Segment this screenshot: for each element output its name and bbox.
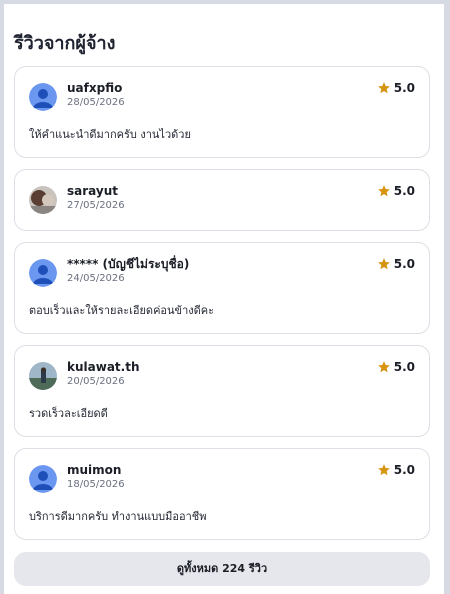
rating-value: 5.0 [393, 360, 415, 374]
review-comment: ตอบเร็วและให้รายละเอียดค่อนข้างดีคะ [29, 304, 215, 317]
rating: 5.0 [377, 257, 415, 271]
review-date: 18/05/2026 [67, 479, 125, 490]
review-card: kulawat.th 20/05/2026 5.0 รวดเร็วละเอียด… [14, 345, 430, 437]
default-avatar-icon [29, 259, 57, 287]
reviewer-name[interactable]: sarayut [67, 184, 125, 199]
review-comment: รวดเร็วละเอียดดี [29, 407, 108, 420]
photo-avatar [29, 186, 57, 214]
rating: 5.0 [377, 184, 415, 198]
reviewer-name[interactable]: ***** (บัญชีไม่ระบุชื่อ) [67, 257, 189, 272]
reviewer-info: uafxpfio 28/05/2026 [67, 81, 125, 110]
star-icon [377, 185, 390, 197]
review-list: uafxpfio 28/05/2026 5.0 ให้คำแนะนำดีมากค… [14, 66, 430, 551]
section-title: รีวิวจากผู้จ้าง [14, 33, 116, 54]
star-icon [377, 82, 390, 94]
review-comment: ให้คำแนะนำดีมากครับ งานไวด้วย [29, 128, 191, 141]
rating: 5.0 [377, 463, 415, 477]
star-icon [377, 361, 390, 373]
rating: 5.0 [377, 360, 415, 374]
default-avatar-icon [29, 465, 57, 493]
review-date: 27/05/2026 [67, 200, 125, 211]
reviewer-name[interactable]: uafxpfio [67, 81, 125, 96]
reviewer-info: sarayut 27/05/2026 [67, 184, 125, 213]
reviewer-info: ***** (บัญชีไม่ระบุชื่อ) 24/05/2026 [67, 257, 189, 286]
rating-value: 5.0 [393, 463, 415, 477]
review-card: ***** (บัญชีไม่ระบุชื่อ) 24/05/2026 5.0 … [14, 242, 430, 334]
star-icon [377, 258, 390, 270]
reviewer-name[interactable]: muimon [67, 463, 125, 478]
rating: 5.0 [377, 81, 415, 95]
review-card: sarayut 27/05/2026 5.0 [14, 169, 430, 231]
review-comment: บริการดีมากครับ ทำงานแบบมืออาชีพ [29, 510, 207, 523]
review-date: 28/05/2026 [67, 97, 125, 108]
reviewer-name[interactable]: kulawat.th [67, 360, 140, 375]
review-date: 20/05/2026 [67, 376, 125, 387]
default-avatar-icon [29, 83, 57, 111]
rating-value: 5.0 [393, 81, 415, 95]
review-date: 24/05/2026 [67, 273, 125, 284]
reviewer-info: kulawat.th 20/05/2026 [67, 360, 140, 389]
review-card: muimon 18/05/2026 5.0 บริการดีมากครับ ทำ… [14, 448, 430, 540]
review-card: uafxpfio 28/05/2026 5.0 ให้คำแนะนำดีมากค… [14, 66, 430, 158]
reviewer-info: muimon 18/05/2026 [67, 463, 125, 492]
rating-value: 5.0 [393, 184, 415, 198]
rating-value: 5.0 [393, 257, 415, 271]
photo-avatar [29, 362, 57, 390]
star-icon [377, 464, 390, 476]
